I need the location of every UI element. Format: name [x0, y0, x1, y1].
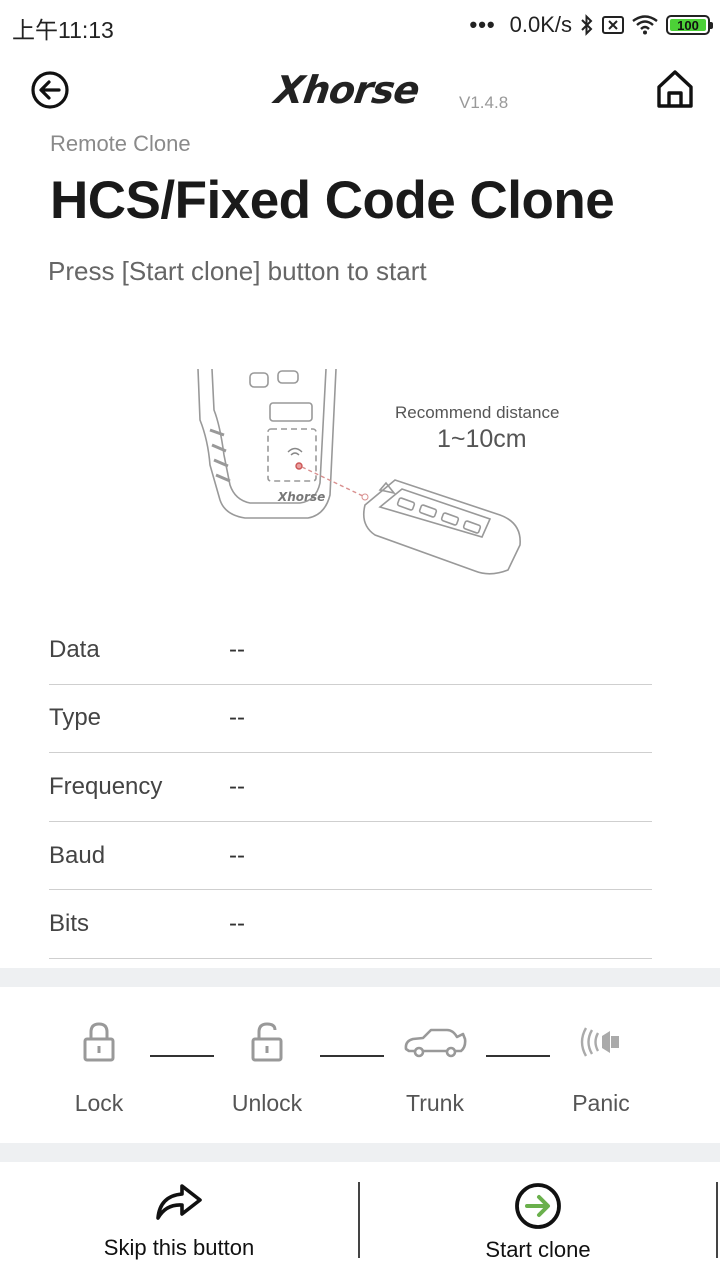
info-value: --: [229, 704, 245, 732]
action-divider: [716, 1182, 718, 1258]
step-label: Lock: [74, 1090, 124, 1116]
action-divider: [358, 1182, 360, 1258]
info-label: Frequency: [49, 772, 163, 800]
key-tool-device: Xhorse: [197, 368, 337, 519]
page-title: HCS/Fixed Code Clone: [50, 171, 615, 230]
nfc-icon: [287, 447, 303, 470]
step-panic[interactable]: Panic: [546, 1018, 656, 1117]
signal-info-list: Data -- Type -- Frequency -- Baud -- Bit…: [49, 616, 652, 959]
wifi-icon: [632, 15, 658, 35]
info-value: --: [229, 841, 245, 869]
distance-label: Recommend distance: [395, 403, 560, 422]
svg-text:Xhorse: Xhorse: [277, 490, 325, 504]
step-label: Trunk: [406, 1090, 464, 1116]
section-divider: [0, 968, 720, 987]
more-dots: •••: [469, 12, 496, 37]
step-unlock[interactable]: Unlock: [212, 1018, 322, 1117]
app-version: V1.4.8: [459, 93, 509, 112]
info-row-baud: Baud --: [49, 822, 652, 891]
info-label: Type: [49, 704, 102, 732]
car-trunk-icon: [404, 1028, 467, 1058]
info-label: Baud: [49, 841, 106, 869]
info-row-bits: Bits --: [49, 890, 652, 959]
step-connector: [320, 1055, 384, 1057]
start-arrow-circle-icon: [515, 1183, 561, 1229]
battery-icon: 100: [666, 15, 713, 35]
xhorse-logo: Xhorse: [271, 68, 422, 112]
step-label: Unlock: [231, 1090, 303, 1116]
info-row-data: Data --: [49, 616, 652, 685]
distance-value: 1~10cm: [437, 425, 527, 453]
instruction-text: Press [Start clone] button to start: [48, 256, 427, 286]
network-speed: 0.0K/s: [509, 12, 572, 37]
bluetooth-icon: [581, 14, 593, 36]
forward-share-arrow-icon: [156, 1184, 202, 1220]
car-remote-key: [362, 479, 521, 575]
back-arrow-circle-icon[interactable]: [30, 70, 70, 110]
home-icon[interactable]: [655, 68, 695, 110]
skip-button-label: Skip this button: [103, 1235, 255, 1260]
panic-horn-icon: [580, 1027, 619, 1057]
lock-icon: [83, 1022, 115, 1062]
info-label: Bits: [49, 910, 90, 938]
sim-x-icon: [602, 16, 624, 34]
info-value: --: [229, 635, 245, 663]
section-divider: [0, 1143, 720, 1162]
info-label: Data: [49, 635, 100, 663]
step-connector: [486, 1055, 550, 1057]
unlock-icon: [251, 1022, 283, 1062]
info-value: --: [229, 910, 245, 938]
bottom-action-bar: Skip this button Start clone: [0, 1162, 720, 1280]
start-clone-label: Start clone: [485, 1237, 591, 1262]
remote-button-stepper: Lock Unlock Trunk Panic: [0, 1004, 720, 1134]
step-lock[interactable]: Lock: [44, 1018, 154, 1117]
step-label: Panic: [572, 1090, 630, 1116]
status-icons: ••• 0.0K/s 100: [469, 10, 713, 40]
clone-illustration: Xhorse: [197, 368, 521, 575]
info-row-type: Type --: [49, 685, 652, 754]
battery-level: 100: [677, 17, 699, 33]
status-time: 上午11:13: [12, 17, 114, 43]
step-trunk[interactable]: Trunk: [380, 1018, 490, 1117]
page-subtitle: Remote Clone: [50, 131, 191, 156]
info-row-frequency: Frequency --: [49, 753, 652, 822]
skip-button[interactable]: Skip this button: [98, 1182, 260, 1261]
step-connector: [150, 1055, 214, 1057]
info-value: --: [229, 772, 245, 800]
status-bar: 上午11:13 ••• 0.0K/s 100: [0, 0, 720, 50]
start-clone-button[interactable]: Start clone: [470, 1182, 606, 1263]
